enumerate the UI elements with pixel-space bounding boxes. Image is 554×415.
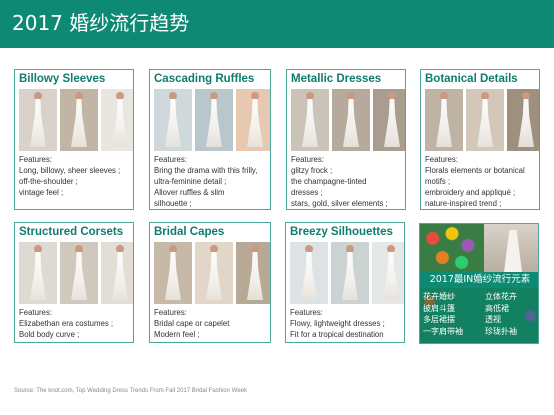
dress-photo <box>60 242 98 304</box>
feature-line: ultra-feminine detail ; <box>154 177 227 186</box>
dress-photo <box>236 89 270 151</box>
card-features: Features: Elizabethan era costumes ; Bold … <box>19 307 130 342</box>
dress-photo <box>425 89 463 151</box>
card-features: Features: Bring the drama with this frill… <box>154 154 267 209</box>
summary-item: 高低裙 <box>485 303 509 313</box>
feature-line: Bold body curve ; <box>19 330 80 339</box>
features-label: Features: <box>19 155 52 164</box>
card-title: Breezy Silhouettes <box>290 226 393 238</box>
card-title: Bridal Capes <box>154 226 225 238</box>
card-title: Botanical Details <box>425 73 518 85</box>
feature-line: embroidery and appliqué ; <box>425 188 516 197</box>
feature-line: off-the-shoulder ; <box>19 177 78 186</box>
card-features: Features: Long, billowy, sheer sleeves ; o… <box>19 154 130 198</box>
card-features: Features: Flowy, lightweight dresses ; Fit… <box>290 307 401 342</box>
dress-photo <box>195 89 233 151</box>
feature-line: vintage feel ; <box>19 188 64 197</box>
feature-line: sexy but royal look ; <box>19 340 130 342</box>
page-title: 2017 婚纱流行趋势 <box>12 11 190 35</box>
card-title: Cascading Ruffles <box>154 73 255 85</box>
feature-line: dresses ; <box>291 188 323 197</box>
feature-line: Bring the drama with this frilly, <box>154 166 258 175</box>
features-label: Features: <box>425 155 458 164</box>
summary-item: 披肩斗篷 <box>423 303 455 313</box>
feature-line: silhouette ; <box>154 199 192 208</box>
features-label: Features: <box>154 155 187 164</box>
dress-photo <box>154 242 192 304</box>
card-title: Billowy Sleeves <box>19 73 106 85</box>
feature-line: glitzy frock ; <box>291 166 333 175</box>
dress-photo <box>291 89 329 151</box>
dress-photos <box>291 89 405 151</box>
trend-card: Breezy Silhouettes Features: Flowy, lightw… <box>285 222 405 343</box>
summary-card: 2017最IN婚纱流行元素 花卉婚纱 立体花卉 披肩斗篷 高低裙 多层裙摆 透视… <box>419 223 539 344</box>
feature-line: Allover ruffles & slim <box>154 188 225 197</box>
dress-photos <box>19 89 133 151</box>
feature-line: Bridal cape or capelet <box>154 319 230 328</box>
summary-item: 多层裙摆 <box>423 315 455 324</box>
dress-photo <box>372 242 404 304</box>
features-label: Features: <box>19 308 52 317</box>
dress-photo <box>154 89 192 151</box>
dress-photos <box>154 242 270 304</box>
trend-card: Bridal Capes Features: Bridal cape or cape… <box>149 222 271 343</box>
summary-item: 立体花卉 <box>485 292 517 301</box>
features-label: Features: <box>291 155 324 164</box>
card-title: Structured Corsets <box>19 226 124 238</box>
feature-line: Flowy, lightweight dresses ; <box>290 319 385 328</box>
feature-line: nature-inspired trend ; <box>425 199 502 208</box>
summary-item: 花卉婚纱 <box>423 292 455 301</box>
summary-title: 2017最IN婚纱流行元素 <box>420 272 538 288</box>
features-label: Features: <box>290 308 323 317</box>
dress-photo <box>332 89 370 151</box>
dress-photo <box>101 89 133 151</box>
features-label: Features: <box>154 308 187 317</box>
summary-item: 透视 <box>485 315 501 324</box>
dress-photos <box>154 89 270 151</box>
summary-item: 一字肩带袖 <box>423 326 463 336</box>
dress-photo <box>466 89 504 151</box>
dress-photo <box>19 242 57 304</box>
card-features: Features: Bridal cape or capelet Modern fe… <box>154 307 267 342</box>
dress-photos <box>290 242 404 304</box>
header-bar: 2017 婚纱流行趋势 <box>0 0 554 48</box>
feature-line: Modern feel ; <box>154 330 200 339</box>
feature-line: motifs ; <box>425 177 451 186</box>
summary-item: 珍珑扑袖 <box>485 326 517 336</box>
feature-line: Long, billowy, sheer sleeves ; <box>19 166 121 175</box>
card-features: Features: glitzy frock ; the champagne-tin… <box>291 154 402 209</box>
dress-photo <box>331 242 369 304</box>
dress-photos <box>19 242 133 304</box>
trend-card: Cascading Ruffles Features: Bring the dram… <box>149 69 271 210</box>
dress-photo <box>19 89 57 151</box>
dress-photo <box>373 89 405 151</box>
feature-line: stars, gold, silver elements ; <box>291 199 388 208</box>
summary-panel: 2017最IN婚纱流行元素 花卉婚纱 立体花卉 披肩斗篷 高低裙 多层裙摆 透视… <box>420 272 538 343</box>
feature-line: the champagne-tinted <box>291 177 367 186</box>
feature-line: Elizabethan era costumes ; <box>19 319 114 328</box>
dress-photo <box>60 89 98 151</box>
card-title: Metallic Dresses <box>291 73 382 85</box>
dress-photo <box>101 242 133 304</box>
dress-photo <box>290 242 328 304</box>
trend-card: Billowy Sleeves Features: Long, billowy, s… <box>14 69 134 210</box>
trend-card: Botanical Details Features: Florals elemen… <box>420 69 540 210</box>
dress-photos <box>425 89 539 151</box>
feature-line: Take off easily to dance <box>154 340 267 342</box>
flower-wall-photo <box>420 224 484 272</box>
feature-line: Florals elements or botanical <box>425 166 525 175</box>
trend-card: Structured Corsets Features: Elizabethan e… <box>14 222 134 343</box>
source-note: Source: The knot.com, Top Wedding Dress … <box>14 388 247 394</box>
feature-line: Fit for a tropical destination <box>290 330 384 339</box>
bride-cape-photo <box>484 224 538 272</box>
dress-photo <box>236 242 270 304</box>
trend-card: Metallic Dresses Features: glitzy frock ; t… <box>286 69 406 210</box>
card-features: Features: Florals elements or botanical mo… <box>425 154 536 209</box>
feature-line: wedding & low-key outdoor <box>290 340 401 342</box>
dress-photo <box>507 89 539 151</box>
dress-photo <box>195 242 233 304</box>
